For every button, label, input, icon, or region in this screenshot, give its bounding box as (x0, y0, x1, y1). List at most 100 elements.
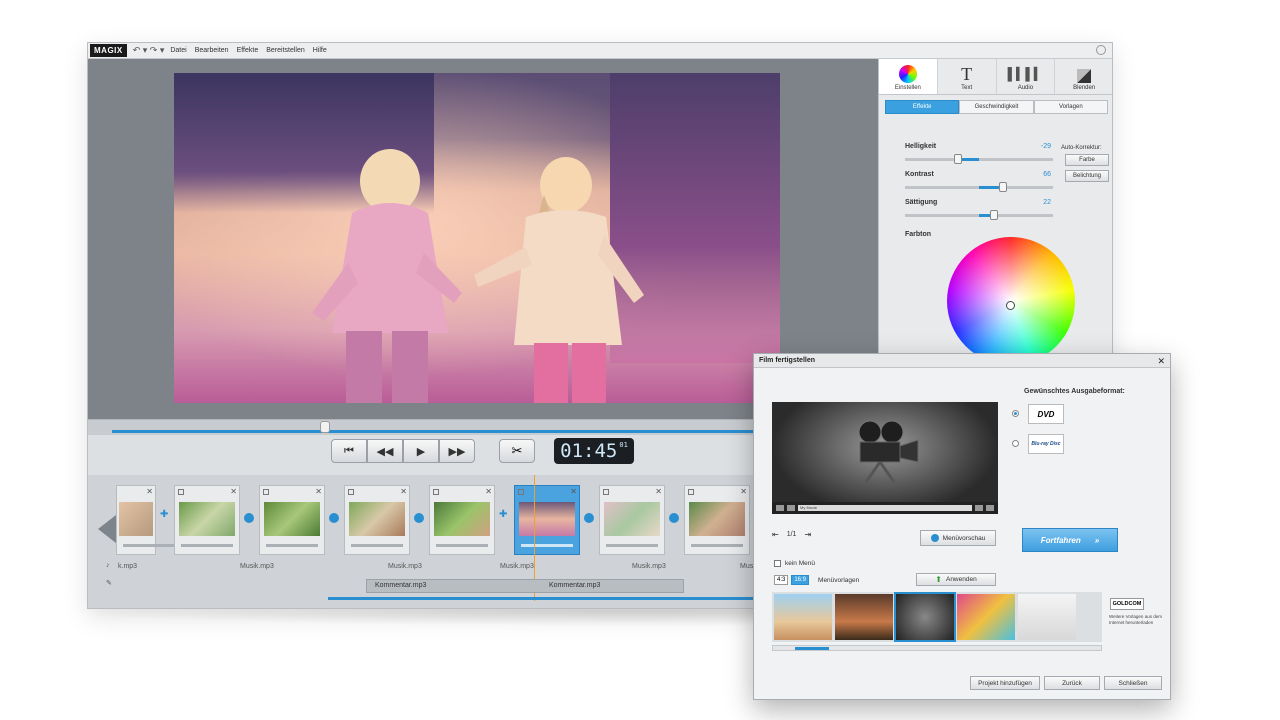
close-icon[interactable]: ✕ (315, 487, 322, 496)
close-icon[interactable]: ✕ (400, 487, 407, 496)
clip-checkbox[interactable] (348, 489, 354, 495)
slider-knob[interactable] (989, 210, 998, 220)
subtab-geschwindigkeit[interactable]: Geschwindigkeit (959, 100, 1034, 114)
color-wheel[interactable] (947, 237, 1075, 365)
window-control-icon[interactable] (1096, 45, 1106, 55)
menu-bereitstellen[interactable]: Bereitstellen (266, 47, 305, 54)
preview-play-icon[interactable] (787, 505, 795, 511)
timeline-scrollbar[interactable] (328, 597, 758, 600)
clip-checkbox[interactable] (688, 489, 694, 495)
ratio-4-3-button[interactable]: 4:3 (774, 575, 789, 585)
transition-icon[interactable] (414, 513, 424, 523)
timeline-clip[interactable]: ✕ (174, 485, 240, 555)
timeline-clip[interactable]: ✕ (684, 485, 750, 555)
preview-right-icon[interactable] (986, 505, 994, 511)
close-icon[interactable]: ✕ (1157, 356, 1165, 367)
arrow-up-icon: ⬆ (935, 575, 942, 584)
kein-menu-checkbox[interactable] (774, 560, 781, 567)
tab-text[interactable]: T Text (938, 59, 997, 94)
kein-menu-option[interactable]: kein Menü (774, 560, 815, 567)
menu-template-thumb[interactable] (957, 594, 1015, 640)
fortfahren-button[interactable]: Fortfahren » (1022, 528, 1118, 552)
timeline-clip[interactable]: ✕ (599, 485, 665, 555)
audio-clip-label: Musik.mp3 (240, 563, 274, 570)
goldcom-logo[interactable]: GOLDCOM (1110, 598, 1144, 610)
dvd-logo[interactable]: DVD (1028, 404, 1064, 424)
radio-dvd[interactable] (1012, 410, 1019, 417)
child-right-figure (474, 157, 644, 403)
subtab-vorlagen[interactable]: Vorlagen (1033, 100, 1108, 114)
fast-forward-icon: ▶▶ (448, 445, 466, 458)
bluray-logo[interactable]: Blu-ray Disc (1028, 434, 1064, 454)
tab-audio[interactable]: ▌▍▌▍ Audio (997, 59, 1056, 94)
preview-left-icon[interactable] (975, 505, 983, 511)
subtab-effekte[interactable]: Effekte (885, 100, 960, 114)
farbe-button[interactable]: Farbe (1065, 154, 1109, 166)
menu-hilfe[interactable]: Hilfe (313, 47, 327, 54)
menu-template-thumb[interactable] (835, 594, 893, 640)
color-wheel-handle[interactable] (1006, 301, 1015, 310)
menu-bearbeiten[interactable]: Bearbeiten (195, 47, 229, 54)
radio-bluray[interactable] (1012, 440, 1019, 447)
skip-start-button[interactable]: ⏮ (331, 439, 367, 463)
rewind-button[interactable]: ◀◀ (367, 439, 403, 463)
timeline-clip[interactable]: ✕ (429, 485, 495, 555)
next-page-icon[interactable]: ⇥ (804, 530, 811, 539)
slider-kontrast[interactable] (905, 182, 1053, 192)
transition-icon[interactable] (669, 513, 679, 523)
audio-track-commentary[interactable]: Kommentar.mp3 Kommentar.mp3 (366, 579, 684, 593)
menu-effekte[interactable]: Effekte (237, 47, 259, 54)
close-icon[interactable]: ✕ (570, 487, 577, 496)
preview-page-nav: ⇤ 1/1 ⇥ (772, 530, 811, 539)
zurueck-button[interactable]: Zurück (1044, 676, 1100, 690)
slider-knob[interactable] (998, 182, 1007, 192)
transition-icon[interactable] (244, 513, 254, 523)
slider-helligkeit[interactable] (905, 154, 1053, 164)
clip-checkbox[interactable] (433, 489, 439, 495)
text-icon: T (961, 64, 973, 84)
play-button[interactable]: ▶ (403, 439, 439, 463)
video-frame[interactable] (174, 73, 780, 403)
preview-prev-icon[interactable] (776, 505, 784, 511)
tab-einstellen[interactable]: Einstellen (879, 59, 938, 94)
clip-checkbox[interactable] (178, 489, 184, 495)
slider-knob[interactable] (954, 154, 963, 164)
prev-page-icon[interactable]: ⇤ (772, 530, 779, 539)
close-icon[interactable]: ✕ (146, 487, 153, 496)
seek-handle[interactable] (320, 421, 330, 433)
ratio-16-9-button[interactable]: 16:9 (791, 575, 810, 585)
close-icon[interactable]: ✕ (485, 487, 492, 496)
timeline-scroll-left-icon[interactable] (98, 515, 116, 543)
menuvorschau-button[interactable]: Menüvorschau (920, 530, 996, 546)
projekt-hinzufuegen-button[interactable]: Projekt hinzufügen (970, 676, 1040, 690)
undo-icon[interactable]: ↶ ▾ ↷ ▾ (133, 45, 165, 56)
belichtung-button[interactable]: Belichtung (1065, 170, 1109, 182)
timeline-clip[interactable]: ✕ (116, 485, 175, 555)
slider-value-saettigung: 22 (1043, 199, 1051, 206)
timeline-clip-selected[interactable]: ✕ (514, 485, 580, 555)
slider-saettigung[interactable] (905, 210, 1053, 220)
dialog-title-bar: Film fertigstellen ✕ (754, 354, 1170, 368)
timeline-clip[interactable]: ✕ (259, 485, 325, 555)
menu-template-thumb-selected[interactable] (894, 592, 956, 642)
clip-checkbox[interactable] (263, 489, 269, 495)
menu-template-thumb[interactable] (1018, 594, 1076, 640)
anwenden-button[interactable]: ⬆ Anwenden (916, 573, 996, 586)
close-icon[interactable]: ✕ (740, 487, 747, 496)
cut-button[interactable]: ✂ (499, 439, 535, 463)
clip-checkbox[interactable] (518, 489, 524, 495)
template-scrollbar[interactable] (772, 645, 1102, 651)
transition-icon[interactable]: ✚ (160, 509, 170, 520)
menu-datei[interactable]: Datei (170, 47, 186, 54)
transition-icon[interactable]: ✚ (499, 509, 509, 520)
timeline-clip[interactable]: ✕ (344, 485, 410, 555)
close-icon[interactable]: ✕ (230, 487, 237, 496)
tab-blenden[interactable]: Blenden (1055, 59, 1112, 94)
clip-checkbox[interactable] (603, 489, 609, 495)
menu-template-thumb[interactable] (774, 594, 832, 640)
transition-icon[interactable] (329, 513, 339, 523)
fast-forward-button[interactable]: ▶▶ (439, 439, 475, 463)
transition-icon[interactable] (584, 513, 594, 523)
close-icon[interactable]: ✕ (655, 487, 662, 496)
schliessen-button[interactable]: Schließen (1104, 676, 1162, 690)
